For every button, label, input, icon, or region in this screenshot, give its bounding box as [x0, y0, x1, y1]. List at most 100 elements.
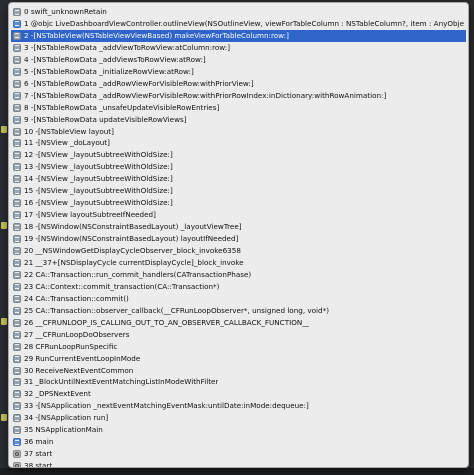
- stack-frame-label: 14 -[NSView _layoutSubtreeWithOldSize:]: [24, 174, 173, 184]
- stack-frame-row[interactable]: 33 -[NSApplication _nextEventMatchingEve…: [13, 400, 464, 412]
- system-frame-icon: [13, 187, 21, 196]
- stack-frame-row[interactable]: 27 __CFRunLoopDoObservers: [13, 329, 464, 341]
- stack-frame-label: 30 ReceiveNextEventCommon: [24, 365, 134, 375]
- system-frame-icon: [13, 31, 21, 40]
- system-frame-icon: [13, 211, 21, 220]
- system-frame-icon: [13, 294, 21, 303]
- stack-frame-label: 36 main: [24, 437, 54, 447]
- system-frame-icon: [13, 235, 21, 244]
- system-frame-icon: [13, 43, 21, 52]
- stack-frame-row[interactable]: 28 CFRunLoopRunSpecific: [13, 341, 464, 353]
- stack-frame-row[interactable]: 0 swift_unknownRetain: [13, 6, 464, 18]
- system-frame-icon: [13, 402, 21, 411]
- stack-frame-label: 8 -[NSTableRowData _unsafeUpdateVisibleR…: [24, 102, 220, 112]
- stack-frame-row[interactable]: 18 -[NSWindow(NSConstraintBasedLayout) _…: [13, 221, 464, 233]
- system-frame-icon: [13, 282, 21, 291]
- stack-frame-row[interactable]: 8 -[NSTableRowData _unsafeUpdateVisibleR…: [13, 102, 464, 114]
- user-frame-icon: [13, 19, 21, 28]
- system-frame-icon: [13, 390, 21, 399]
- system-frame-icon: [13, 366, 21, 375]
- stack-frame-label: 32 _DPSNextEvent: [24, 389, 91, 399]
- stack-frame-label: 4 -[NSTableRowData _addViewsToRowView:at…: [24, 54, 206, 64]
- stack-frame-row[interactable]: 15 -[NSView _layoutSubtreeWithOldSize:]: [13, 185, 464, 197]
- stack-frame-row[interactable]: 20 __NSWindowGetDisplayCycleObserver_blo…: [13, 245, 464, 257]
- stack-frame-row[interactable]: 36 main: [13, 436, 464, 448]
- stack-frame-row[interactable]: 30 ReceiveNextEventCommon: [13, 365, 464, 377]
- stack-frame-row[interactable]: 16 -[NSView _layoutSubtreeWithOldSize:]: [13, 197, 464, 209]
- editor-gutter-background: [0, 0, 8, 475]
- stack-frame-row[interactable]: 4 -[NSTableRowData _addViewsToRowView:at…: [13, 54, 464, 66]
- system-frame-icon: [13, 91, 21, 100]
- stack-frame-row[interactable]: 34 -[NSApplication run]: [13, 412, 464, 424]
- gutter-marker-icon: [1, 126, 7, 133]
- system-frame-icon: [13, 115, 21, 124]
- stack-frame-label: 35 NSApplicationMain: [24, 425, 103, 435]
- stack-frame-row[interactable]: 19 -[NSWindow(NSConstraintBasedLayout) l…: [13, 233, 464, 245]
- system-frame-icon: [13, 55, 21, 64]
- stack-frame-row[interactable]: 13 -[NSView _layoutSubtreeWithOldSize:]: [13, 161, 464, 173]
- stack-frame-row[interactable]: 31 _BlockUntilNextEventMatchingListInMod…: [13, 376, 464, 388]
- stack-frame-label: 13 -[NSView _layoutSubtreeWithOldSize:]: [24, 162, 173, 172]
- stack-frame-label: 10 -[NSTableView layout]: [24, 126, 114, 136]
- system-frame-icon: [13, 342, 21, 351]
- stack-frame-label: 27 __CFRunLoopDoObservers: [24, 329, 130, 339]
- thread-start-icon: [13, 450, 21, 459]
- system-frame-icon: [13, 8, 21, 16]
- stack-frame-label: 23 CA::Context::commit_transaction(CA::T…: [24, 281, 220, 291]
- stack-frame-row[interactable]: 21 __37+[NSDisplayCycle currentDisplayCy…: [13, 257, 464, 269]
- stack-frame-row[interactable]: 22 CA::Transaction::run_commit_handlers(…: [13, 269, 464, 281]
- stack-frame-label: 16 -[NSView _layoutSubtreeWithOldSize:]: [24, 198, 173, 208]
- stack-frame-label: 12 -[NSView _layoutSubtreeWithOldSize:]: [24, 150, 173, 160]
- thread-start-icon: [13, 462, 21, 467]
- stack-frame-label: 9 -[NSTableRowData updateVisibleRowViews…: [24, 114, 187, 124]
- stack-frame-row[interactable]: 32 _DPSNextEvent: [13, 388, 464, 400]
- stack-frame-label: 11 -[NSView _doLayout]: [24, 138, 110, 148]
- stack-frame-row[interactable]: 9 -[NSTableRowData updateVisibleRowViews…: [13, 114, 464, 126]
- stack-frame-row[interactable]: 38 start: [13, 460, 464, 468]
- stack-frame-row[interactable]: 14 -[NSView _layoutSubtreeWithOldSize:]: [13, 173, 464, 185]
- stack-frame-label: 7 -[NSTableRowData _addRowViewForVisible…: [24, 90, 387, 100]
- system-frame-icon: [13, 414, 21, 423]
- stack-frame-row[interactable]: 11 -[NSView _doLayout]: [13, 137, 464, 149]
- stack-frame-label: 6 -[NSTableRowData _addRowViewForVisible…: [24, 78, 254, 88]
- system-frame-icon: [13, 330, 21, 339]
- stack-frame-row[interactable]: 5 -[NSTableRowData _initializeRowView:at…: [13, 66, 464, 78]
- system-frame-icon: [13, 354, 21, 363]
- stack-frame-row[interactable]: 6 -[NSTableRowData _addRowViewForVisible…: [13, 78, 464, 90]
- stack-frame-row[interactable]: 12 -[NSView _layoutSubtreeWithOldSize:]: [13, 149, 464, 161]
- stack-frame-label: 15 -[NSView _layoutSubtreeWithOldSize:]: [24, 186, 173, 196]
- stack-frame-row[interactable]: 17 -[NSView layoutSubtreeIfNeeded]: [13, 209, 464, 221]
- editor-background-strip: [0, 468, 474, 475]
- system-frame-icon: [13, 318, 21, 327]
- stack-frame-label: 17 -[NSView layoutSubtreeIfNeeded]: [24, 210, 156, 220]
- stack-frame-label: 33 -[NSApplication _nextEventMatchingEve…: [24, 401, 309, 411]
- stack-frame-row[interactable]: 23 CA::Context::commit_transaction(CA::T…: [13, 281, 464, 293]
- stack-frame-row[interactable]: 1 @objc LiveDashboardViewController.outl…: [13, 18, 464, 30]
- stack-frame-label: 22 CA::Transaction::run_commit_handlers(…: [24, 269, 252, 279]
- stack-frame-row-selected[interactable]: 2 -[NSTableView(NSTableViewViewBased) ma…: [11, 29, 466, 42]
- stack-frame-label: 26 __CFRUNLOOP_IS_CALLING_OUT_TO_AN_OBSE…: [24, 317, 310, 327]
- stack-frame-row[interactable]: 29 RunCurrentEventLoopInMode: [13, 353, 464, 365]
- system-frame-icon: [13, 103, 21, 112]
- stack-frame-row[interactable]: 26 __CFRUNLOOP_IS_CALLING_OUT_TO_AN_OBSE…: [13, 317, 464, 329]
- stack-frame-row[interactable]: 37 start: [13, 448, 464, 460]
- stack-frame-label: 24 CA::Transaction::commit(): [24, 293, 129, 303]
- user-frame-icon: [13, 438, 21, 447]
- stack-frame-label: 18 -[NSWindow(NSConstraintBasedLayout) _…: [24, 222, 242, 232]
- system-frame-icon: [13, 127, 21, 136]
- gutter-marker-icon: [1, 414, 7, 421]
- stack-frame-row[interactable]: 25 CA::Transaction::observer_callback(__…: [13, 305, 464, 317]
- stack-frame-row[interactable]: 10 -[NSTableView layout]: [13, 126, 464, 138]
- system-frame-icon: [13, 199, 21, 208]
- stack-frame-row[interactable]: 7 -[NSTableRowData _addRowViewForVisible…: [13, 90, 464, 102]
- stack-frame-label: 38 start: [24, 461, 53, 468]
- stack-frame-label: 37 start: [24, 449, 53, 459]
- stack-frame-row[interactable]: 35 NSApplicationMain: [13, 424, 464, 436]
- system-frame-icon: [13, 306, 21, 315]
- stack-frame-label: 1 @objc LiveDashboardViewController.outl…: [24, 18, 464, 28]
- gutter-marker-icon: [1, 318, 7, 325]
- stack-frame-label: 20 __NSWindowGetDisplayCycleObserver_blo…: [24, 246, 241, 255]
- system-frame-icon: [13, 151, 21, 160]
- stack-frame-row[interactable]: 3 -[NSTableRowData _addViewToRowView:atC…: [13, 42, 464, 54]
- stack-frame-row[interactable]: 24 CA::Transaction::commit(): [13, 293, 464, 305]
